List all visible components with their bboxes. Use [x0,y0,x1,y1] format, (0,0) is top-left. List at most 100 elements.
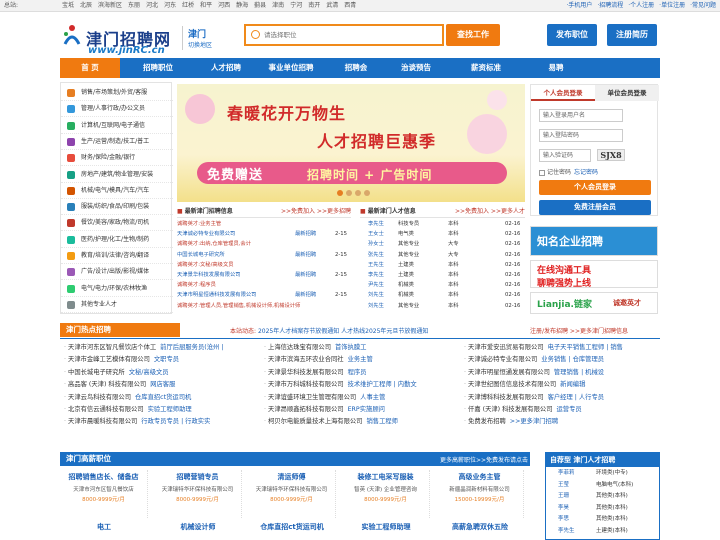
sidebar-item[interactable]: 电气/电力/环保/农林牧渔 [61,281,173,297]
nav-item-4[interactable]: 招聘会 [326,58,386,78]
latest-jobs-more-link[interactable]: >>免费加入 >>更多招聘 [281,206,351,218]
table-row[interactable]: 李先生 科技专员 本科 02-16 [360,220,525,228]
list-item[interactable]: · 天津市明星恒通发展有限公司 管理销售 | 机械设 [464,367,660,379]
captcha-input[interactable]: 输入验证码 [539,149,591,162]
list-item[interactable]: · 上海信达珠宝有限公司 首饰执膜工 [264,342,460,354]
top-link[interactable]: ·手机用户 [566,2,592,9]
table-row[interactable]: 诚聘英才:程序员 [177,281,351,289]
highpay-card-title[interactable]: 电工 [60,522,148,532]
list-item[interactable]: · 仟嘉 (天津) 科技发展有限公司 运营专员 [464,404,660,416]
highpay-more-link[interactable]: 更多高薪职位>>免费发布请点击 [440,455,528,464]
sidebar-item[interactable]: 教育/培训/法律/咨询/翻译 [61,248,173,264]
highpay-card-title[interactable]: 高薪急聘双休五险 [436,522,524,532]
highpay-card-title[interactable]: 仓库直招ct货运司机 [248,522,336,532]
site-link[interactable]: 静海 [236,2,248,9]
list-item[interactable]: · 天津市河东区智凡餐饮店个体工 前厅后厨服务员(沧州 | [64,342,260,354]
list-item[interactable]: · 天津市滨海五环农业合同社 业务主管 [264,354,460,366]
top-link[interactable]: ·常见问题 [690,2,716,9]
table-row[interactable]: 天津景华科技发展有限公司 最新招聘 2-15 [177,271,351,279]
list-item[interactable]: · 高品客 (天津) 科技有限公司 网店客服 [64,379,260,391]
table-row[interactable]: 诚聘英才:业务主管 [177,220,351,228]
table-row[interactable]: 天津市明星恒通科技发展有限公司 最新招聘 2-15 [177,291,351,299]
post-job-button[interactable]: 发布职位 [547,24,597,46]
list-item[interactable]: · 天津谊盛环境卫生管理有限公司 人事主管 [264,392,460,404]
sidebar-item[interactable]: 服装/纺织/食品/印刷/包装 [61,199,173,216]
table-row[interactable]: 刘先生 机械类 本科 02-16 [360,291,525,299]
highpay-card-title[interactable]: 机械设计师 [154,522,242,532]
list-item[interactable]: · 天津昂顺鑫拓科技有限公司 ERP实施顾问 [264,404,460,416]
carousel-dot[interactable] [364,190,370,196]
register-button[interactable]: 免费注册会员 [539,200,651,215]
search-input[interactable] [264,28,434,42]
list-item[interactable]: · 免费发布招聘 >>更多津门招聘 [464,416,660,428]
nav-item-7[interactable]: 易聘 [526,58,586,78]
table-row[interactable]: 尹先生 机械类 本科 02-16 [360,281,525,289]
list-item[interactable]: · 天津市万科城科技有限公司 技术维护工程师 | 内勤文 [264,379,460,391]
list-item[interactable]: · 天津云鸟科技有限公司 仓库直招ct货运司机 [64,392,260,404]
tab-person-login[interactable]: 个人会员登录 [531,85,595,101]
table-row[interactable]: 诚聘英才:出纳,仓库管理员,会计 [177,240,351,248]
site-link[interactable]: 武清 [326,2,338,9]
register-resume-button[interactable]: 注册简历 [607,24,657,46]
nav-item-1[interactable]: 招聘职位 [128,58,188,78]
highpay-card[interactable]: 招聘销售店长、储备店 天津市河东区智凡餐饮店 8000-9999元/月 [60,470,148,518]
list-item[interactable]: 王珊 其他类(本科) [546,492,659,500]
highpay-card[interactable]: 清运师傅 天津瑞特华环保科技有限公司 8000-9999元/月 [248,470,336,518]
list-item[interactable]: · 柯贝尔电能质量技术上海有限公司 销售工程师 [264,416,460,428]
sidebar-item[interactable]: 医药/护理/化工/生物/制药 [61,232,173,248]
table-row[interactable]: 王先生 土建类 本科 02-16 [360,261,525,269]
highpay-card[interactable]: 招聘营销专员 天津瑞特华环保科技有限公司 8000-9999元/月 [154,470,242,518]
nav-item-6[interactable]: 薪资标准 [456,58,516,78]
banner[interactable]: 春暖花开万物生 人才招聘巨惠季 免费赠送 招聘时间 + 广告时间 [177,84,525,202]
sidebar-item[interactable]: 房地产/建筑/物业管理/安装 [61,167,173,183]
ad-chat-tool[interactable]: 在线沟通工具 聊聘强势上线 [530,260,658,288]
site-link[interactable]: 津南 [272,2,284,9]
username-input[interactable]: 输入登录用户名 [539,109,623,122]
table-row[interactable]: 中国长城电子研究所 最新招聘 2-15 [177,251,351,259]
search-button[interactable]: 查找工作 [446,24,500,46]
nav-item-5[interactable]: 治谈预告 [386,58,446,78]
list-item[interactable]: 王莹 电脑电气(本科) [546,481,659,489]
carousel-dot[interactable] [355,190,361,196]
table-row[interactable]: 刘先生 其他专业 本科 02-16 [360,302,525,310]
captcha-image[interactable]: SJX8 [597,149,625,161]
list-item[interactable]: · 天津诚必特专业有限公司 业务销售 | 仓库管理员 [464,354,660,366]
nav-item-2[interactable]: 人才招聘 [196,58,256,78]
top-link[interactable]: ·个人注册 [628,2,654,9]
notice-text[interactable]: 2025年人才档案存节放假通知 人才热线2025年元旦节放假通知 [258,328,428,335]
site-link[interactable]: 和平 [200,2,212,9]
list-item[interactable]: · 天津市金峰工艺模体有限公司 文职专员 [64,354,260,366]
list-item[interactable]: · 天津景华科技发展有限公司 程序员 [264,367,460,379]
switch-city-link[interactable]: 切换地区 [188,40,212,49]
site-link[interactable]: 河西 [218,2,230,9]
site-link[interactable]: 宁河 [290,2,302,9]
list-item[interactable]: · 中国长城电子研究所 文秘/高级文员 [64,367,260,379]
table-row[interactable]: 李先生 土建类 本科 02-16 [360,271,525,279]
list-item[interactable]: 李思 其他类(本科) [546,515,659,523]
site-link[interactable]: 蓟县 [254,2,266,9]
site-link[interactable]: 滨海新区 [98,2,122,9]
table-row[interactable]: 孙女士 其他专业 大专 02-16 [360,240,525,248]
nav-item-0[interactable]: 首 页 [60,58,120,78]
latest-talent-more-link[interactable]: >>免费加入 >>更多人才 [455,206,525,218]
site-link[interactable]: 宝坻 [62,2,74,9]
list-item[interactable]: 李昊 其他类(本科) [546,504,659,512]
carousel-dot[interactable] [337,190,343,196]
forgot-password-link[interactable]: 忘记密码 [574,169,598,176]
list-item[interactable]: · 天津市爱安迅贸易有限公司 电子天平销售工程师 | 销售 [464,342,660,354]
carousel-dot[interactable] [346,190,352,196]
sidebar-item[interactable]: 销售/市场策划/外贸/客服 [61,85,173,101]
sidebar-item[interactable]: 生产/运营/制造/技工/普工 [61,134,173,150]
table-row[interactable]: 诚聘英才:文秘/高级文员 [177,261,351,269]
table-row[interactable]: 张先生 其他专业 大专 02-16 [360,251,525,259]
remember-checkbox[interactable] [539,169,545,176]
site-link[interactable]: 红桥 [182,2,194,9]
list-item[interactable]: · 天津博科科技发展有限公司 客户经理 | 人行专员 [464,392,660,404]
table-row[interactable]: 王女士 电气类 本科 02-16 [360,230,525,238]
list-item[interactable]: · 天津市晨暖科技有限公司 行政专员专员 | 行政实实 [64,416,260,428]
top-link[interactable]: ·招聘流程 [597,2,623,9]
sidebar-item[interactable]: 餐饮/美容/家政/物流/司机 [61,215,173,232]
list-item[interactable]: · 北京有信云通科技有限公司 实验工程师助理 [64,404,260,416]
nav-item-3[interactable]: 事业单位招聘 [256,58,326,78]
site-link[interactable]: 北辰 [80,2,92,9]
